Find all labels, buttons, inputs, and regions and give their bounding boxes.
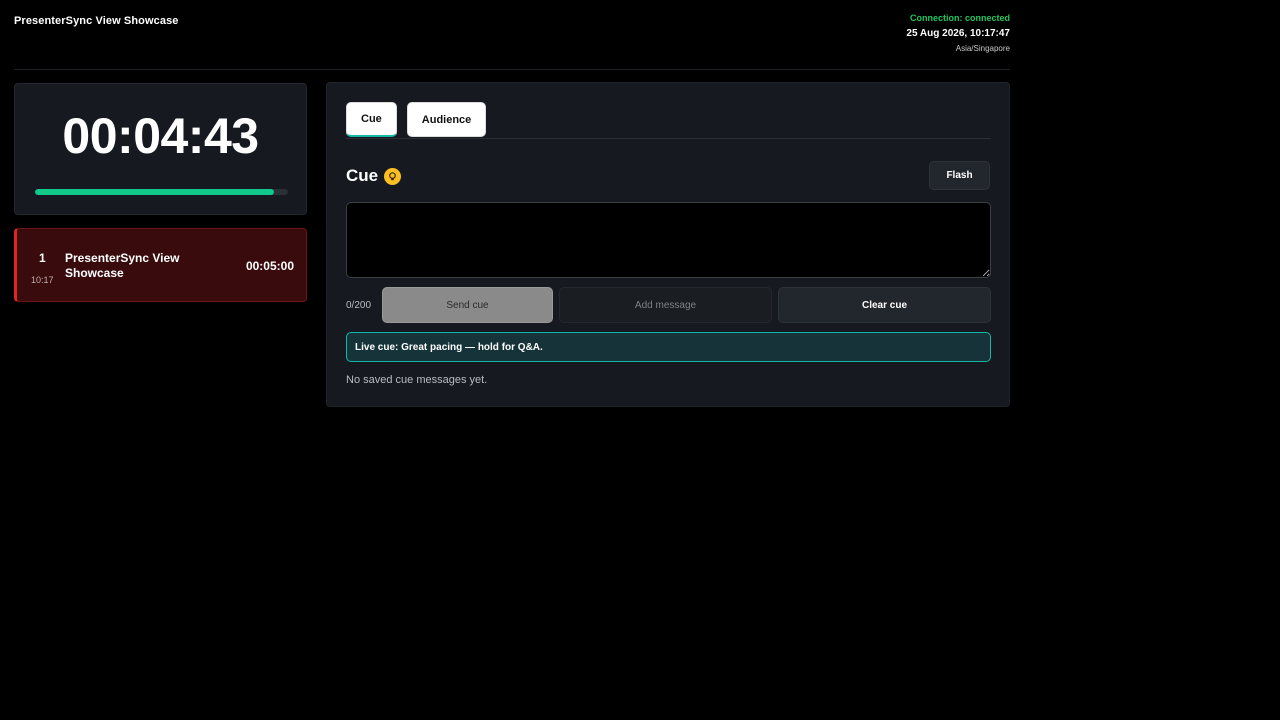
progress-fill	[35, 189, 274, 195]
section-title: Cue	[346, 166, 402, 186]
segment-title: PresenterSync View Showcase	[65, 251, 180, 280]
progress-track	[35, 189, 288, 195]
cue-panel: Cue Audience Cue Flash 0/200 Send cue Ad…	[326, 82, 1010, 407]
current-datetime: 25 Aug 2026, 10:17:47	[906, 28, 1010, 39]
app-title: PresenterSync View Showcase	[14, 15, 179, 27]
send-cue-button[interactable]: Send cue	[382, 287, 553, 323]
segment-index: 1	[39, 251, 46, 265]
header-divider	[14, 69, 1010, 70]
timezone-label: Asia/Singapore	[955, 44, 1010, 53]
tab-divider	[346, 138, 991, 139]
status-block: Connection: connected 25 Aug 2026, 10:17…	[906, 14, 1010, 53]
lightbulb-icon	[384, 167, 402, 185]
clear-cue-button[interactable]: Clear cue	[778, 287, 991, 323]
tab-bar: Cue Audience	[346, 102, 487, 137]
timer-display: 00:04:43	[62, 108, 259, 164]
segment-item[interactable]: 1 10:17 PresenterSync View Showcase 00:0…	[14, 228, 307, 302]
cue-input[interactable]	[346, 202, 991, 278]
saved-cues-empty: No saved cue messages yet.	[346, 374, 488, 386]
live-cue-banner: Live cue: Great pacing — hold for Q&A.	[346, 332, 991, 362]
timer-card: 00:04:43	[14, 83, 307, 215]
add-message-button[interactable]: Add message	[559, 287, 772, 323]
char-count: 0/200	[346, 300, 372, 311]
tab-cue[interactable]: Cue	[346, 102, 397, 137]
segment-start-time: 10:17	[31, 275, 54, 285]
segment-duration: 00:05:00	[245, 259, 294, 273]
tab-audience[interactable]: Audience	[406, 102, 487, 137]
section-title-text: Cue	[346, 166, 379, 185]
flash-button[interactable]: Flash	[929, 161, 990, 190]
connection-status: Connection: connected	[909, 13, 1010, 23]
